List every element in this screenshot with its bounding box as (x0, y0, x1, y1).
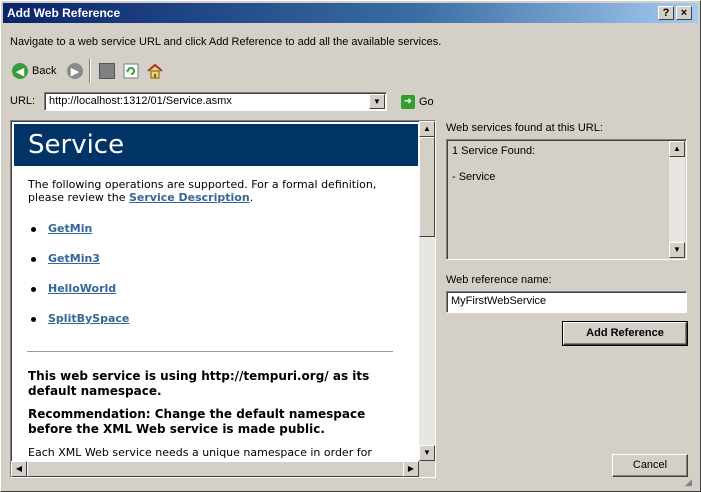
toolbar-separator (89, 59, 91, 83)
add-web-reference-dialog: Add Web Reference ? × Navigate to a web … (0, 0, 701, 492)
resize-grip-icon[interactable]: ◢ (685, 476, 697, 488)
operation-link-getmin[interactable]: GetMin (48, 222, 92, 235)
page-heading: Service (14, 124, 418, 166)
go-arrow-icon: ➜ (401, 95, 415, 109)
browser-horizontal-scrollbar[interactable]: ◀ ▶ (11, 461, 419, 477)
title-bar: Add Web Reference ? × (3, 3, 698, 23)
namespace-note: This web service is using http://tempuri… (28, 369, 370, 398)
home-button[interactable] (147, 63, 163, 79)
add-reference-button[interactable]: Add Reference (562, 321, 688, 346)
intro-paragraph: The following operations are supported. … (28, 178, 413, 204)
back-label: Back (32, 65, 57, 77)
chevron-down-icon[interactable]: ▼ (369, 94, 385, 109)
scroll-down-icon[interactable]: ▼ (419, 445, 435, 461)
refresh-button[interactable] (123, 63, 139, 79)
operation-link-splitbyspace[interactable]: SplitBySpace (48, 312, 129, 325)
url-label: URL: (10, 95, 36, 107)
forward-arrow-icon: ▶ (67, 63, 83, 79)
bullet-icon (31, 317, 36, 322)
services-found-count: 1 Service Found: (452, 145, 536, 157)
forward-button[interactable]: ▶ (67, 63, 83, 79)
services-found-item: - Service (452, 171, 496, 183)
vertical-scroll-thumb[interactable] (419, 137, 435, 237)
namespace-body-text: Each XML Web service needs a unique name… (28, 446, 372, 459)
services-found-scrollbar[interactable]: ▲ ▼ (669, 141, 685, 258)
back-button[interactable]: ◀ Back (12, 63, 56, 79)
horizontal-scroll-thumb[interactable] (27, 461, 404, 477)
reference-name-label: Web reference name: (446, 274, 552, 286)
instruction-text: Navigate to a web service URL and click … (10, 36, 442, 48)
browser-pane[interactable]: Service The following operations are sup… (10, 120, 436, 478)
browser-vertical-scrollbar[interactable]: ▲ ▼ (419, 121, 435, 461)
stop-icon (99, 63, 115, 79)
service-description-link[interactable]: Service Description (129, 191, 250, 204)
services-found-label: Web services found at this URL: (446, 122, 603, 134)
intro-end: . (249, 191, 254, 204)
scroll-up-icon[interactable]: ▲ (669, 141, 685, 157)
reference-name-input[interactable]: MyFirstWebService (446, 291, 687, 313)
scroll-right-icon[interactable]: ▶ (403, 461, 419, 477)
bullet-icon (31, 227, 36, 232)
page-body: The following operations are supported. … (27, 178, 413, 459)
bullet-icon (31, 257, 36, 262)
services-found-box[interactable]: 1 Service Found: - Service ▲ ▼ (446, 139, 687, 260)
window-title: Add Web Reference (7, 6, 121, 20)
cancel-button[interactable]: Cancel (612, 454, 688, 477)
close-button[interactable]: × (676, 6, 692, 20)
divider (27, 351, 393, 352)
url-value: http://localhost:1312/01/Service.asmx (49, 95, 232, 107)
refresh-icon (123, 63, 139, 79)
scroll-up-icon[interactable]: ▲ (419, 121, 435, 137)
url-combobox[interactable]: http://localhost:1312/01/Service.asmx ▼ (44, 92, 387, 111)
bullet-icon (31, 287, 36, 292)
scrollbar-corner (419, 461, 435, 477)
scroll-left-icon[interactable]: ◀ (11, 461, 27, 477)
back-arrow-icon: ◀ (12, 63, 28, 79)
go-label: Go (419, 96, 434, 108)
home-icon (147, 63, 163, 79)
help-button[interactable]: ? (658, 6, 674, 20)
scroll-down-icon[interactable]: ▼ (669, 242, 685, 258)
recommendation-note: Recommendation: Change the default names… (28, 407, 366, 436)
stop-button[interactable] (99, 63, 115, 79)
operation-link-getmin3[interactable]: GetMin3 (48, 252, 100, 265)
operation-link-helloworld[interactable]: HelloWorld (48, 282, 116, 295)
go-button[interactable]: ➜ Go (401, 95, 434, 109)
